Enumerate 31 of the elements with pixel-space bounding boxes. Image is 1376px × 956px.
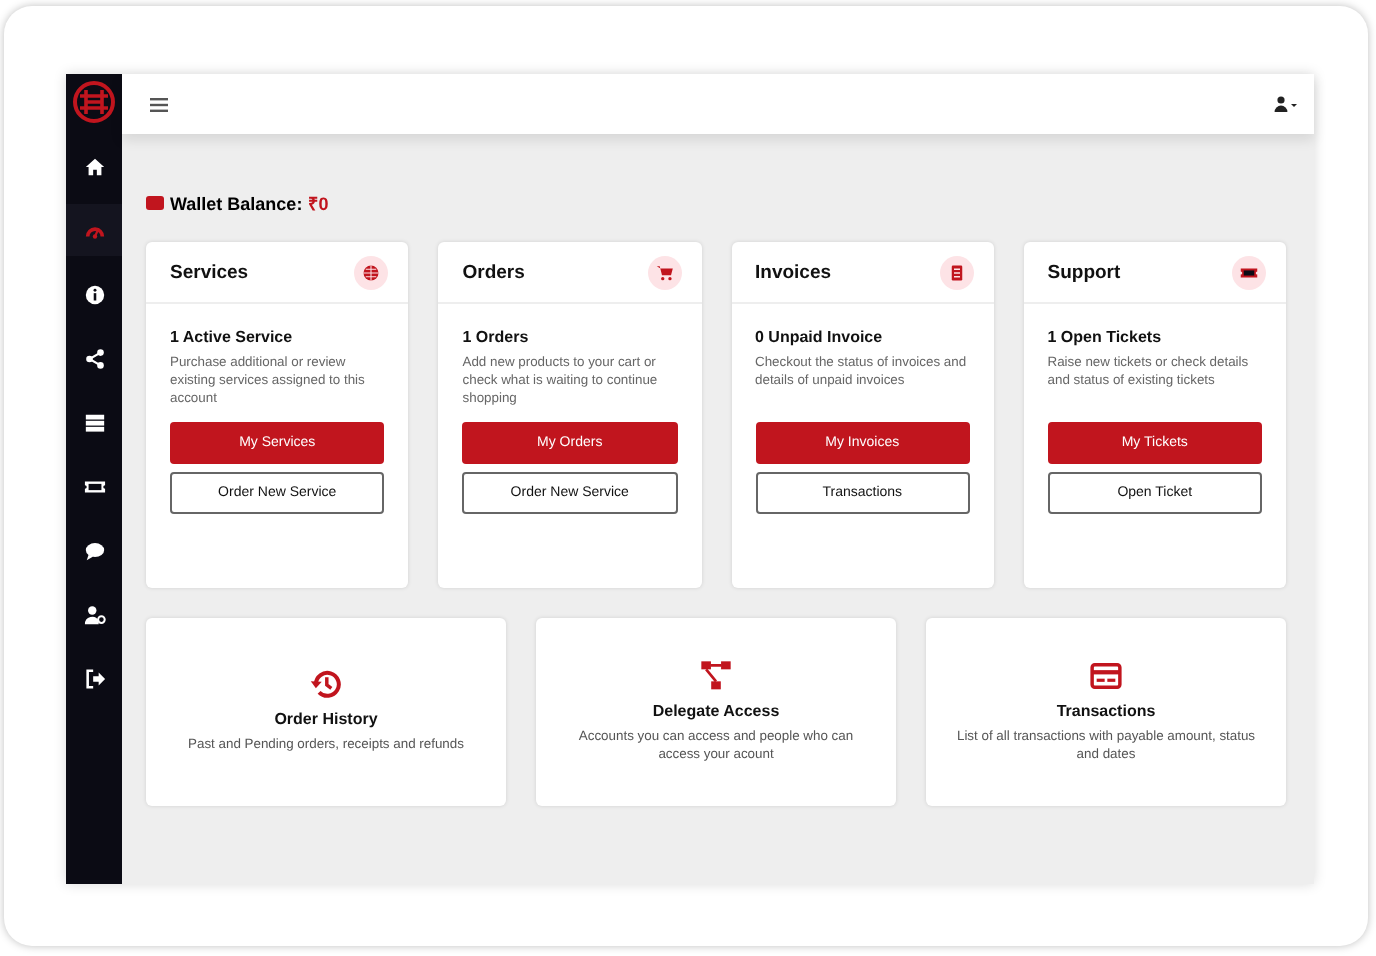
logo-icon[interactable] [72, 80, 116, 124]
card-title: Invoices [755, 261, 832, 283]
logout-icon [83, 667, 105, 689]
card-count: 1 Open Tickets [1047, 328, 1164, 346]
link-card-title[interactable]: Transactions [1056, 701, 1156, 720]
card-count: 1 Active Service [170, 328, 295, 346]
card-title: Services [170, 261, 249, 283]
ticket-icon [1240, 263, 1258, 281]
share-icon [83, 347, 105, 369]
wallet-icon [146, 196, 164, 210]
link-card-title[interactable]: Delegate Access [652, 701, 780, 720]
wallet-amount: ₹0 [308, 192, 329, 216]
globe-icon [362, 263, 381, 281]
home-icon [83, 155, 105, 177]
cart-icon [655, 263, 673, 281]
wallet-label: Wallet Balance: [170, 193, 303, 213]
link-card-title[interactable]: Order History [274, 710, 378, 729]
user-gear-icon [83, 603, 105, 625]
info-icon [83, 283, 105, 305]
user-menu-icon[interactable] [1274, 96, 1298, 112]
card-count: 0 Unpaid Invoice [755, 328, 885, 346]
hierarchy-icon [700, 659, 732, 692]
server-icon [83, 411, 105, 433]
credit-card-icon [1090, 659, 1122, 692]
speech-bubble-icon [83, 539, 105, 561]
card-count: 1 Orders [462, 328, 531, 346]
menu-icon[interactable] [150, 97, 168, 111]
card-title: Support [1047, 261, 1121, 283]
document-icon [947, 263, 966, 281]
card-title: Orders [462, 261, 525, 283]
history-icon [310, 668, 342, 701]
